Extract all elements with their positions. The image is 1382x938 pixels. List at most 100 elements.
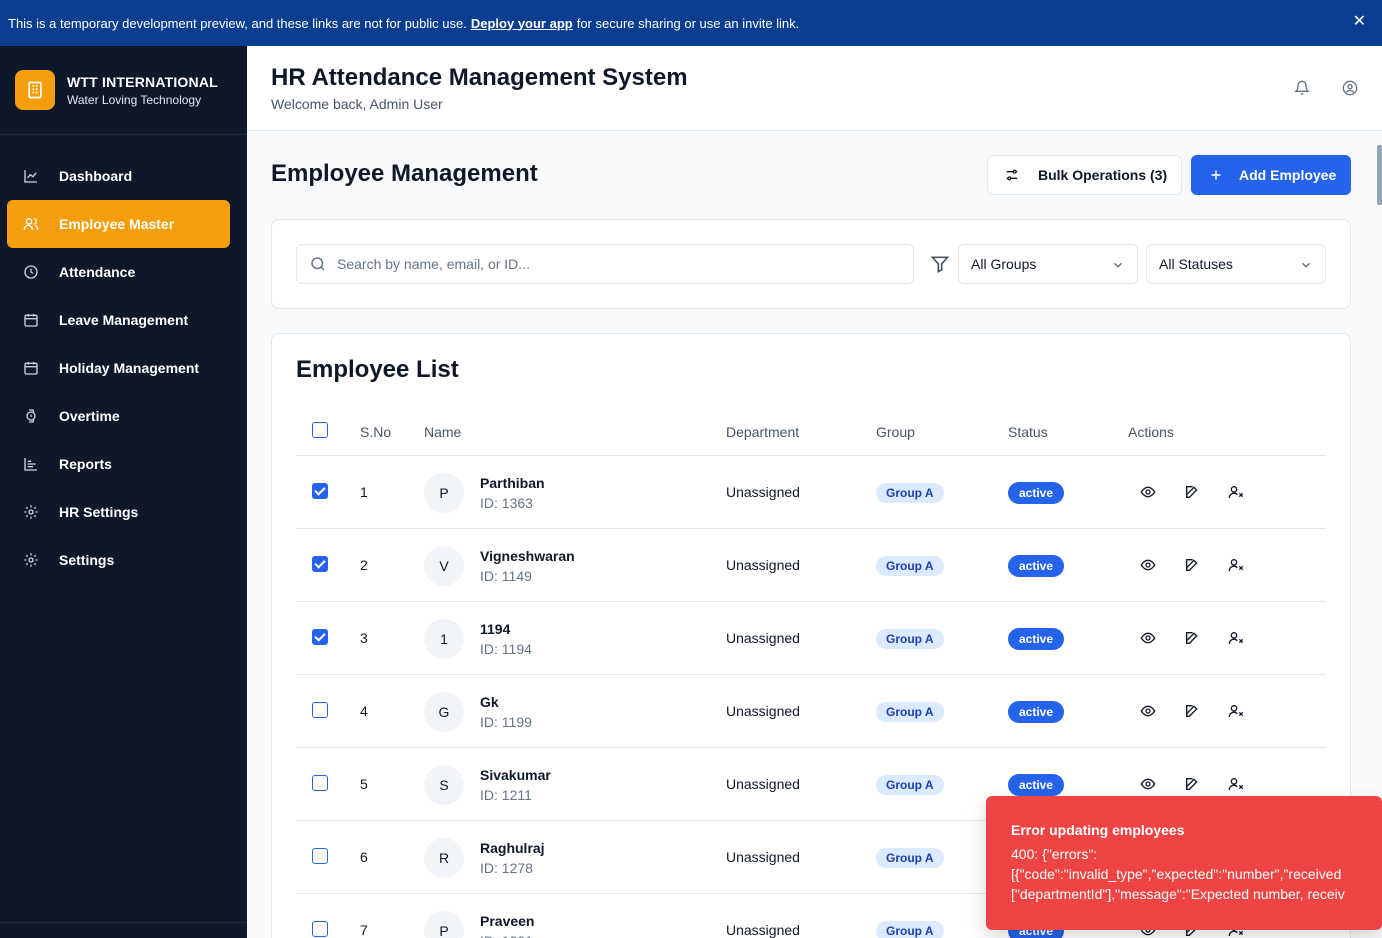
sidebar-item-label: Holiday Management <box>59 360 200 376</box>
employee-name: Raghulraj <box>480 840 545 856</box>
avatar: S <box>424 765 464 805</box>
row-checkbox[interactable] <box>312 848 328 864</box>
sidebar-item-overtime[interactable]: Overtime <box>0 392 240 440</box>
view-icon[interactable] <box>1140 776 1156 792</box>
sidebar-item-holiday-management[interactable]: Holiday Management <box>0 344 240 392</box>
employee-name: 1194 <box>480 621 511 637</box>
edit-icon[interactable] <box>1184 630 1200 646</box>
employee-id: ID: 1278 <box>480 860 533 876</box>
col-actions: Actions <box>1128 424 1174 440</box>
user-circle-icon[interactable] <box>1342 80 1358 96</box>
status-select[interactable]: All Statuses <box>1146 244 1326 284</box>
brand: WTT INTERNATIONAL Water Loving Technolog… <box>0 46 247 135</box>
calendar-icon <box>23 312 39 328</box>
search-input[interactable] <box>337 256 897 272</box>
avatar: P <box>424 911 464 938</box>
sidebar-item-employee-master[interactable]: Employee Master <box>7 200 230 248</box>
sidebar-item-leave-management[interactable]: Leave Management <box>0 296 240 344</box>
building-icon <box>15 70 55 110</box>
col-group: Group <box>876 424 915 440</box>
gear-icon <box>23 552 39 568</box>
row-checkbox[interactable] <box>312 556 328 572</box>
group-badge: Group A <box>876 921 944 938</box>
sidebar-item-dashboard[interactable]: Dashboard <box>0 152 240 200</box>
view-icon[interactable] <box>1140 630 1156 646</box>
filter-card: All Groups All Statuses <box>271 219 1351 309</box>
sidebar-divider <box>0 922 247 923</box>
deactivate-user-icon[interactable] <box>1228 703 1244 719</box>
view-icon[interactable] <box>1140 703 1156 719</box>
banner-text-after: for secure sharing or use an invite link… <box>576 15 800 31</box>
sidebar-item-settings[interactable]: Settings <box>0 536 240 584</box>
edit-icon[interactable] <box>1184 703 1200 719</box>
sidebar-item-label: Reports <box>59 456 112 472</box>
group-badge: Group A <box>876 702 944 722</box>
edit-icon[interactable] <box>1184 776 1200 792</box>
bulk-operations-button[interactable]: Bulk Operations (3) <box>987 155 1182 195</box>
error-toast[interactable]: Error updating employees 400: {"errors":… <box>986 796 1382 930</box>
department: Unassigned <box>726 776 800 792</box>
row-checkbox[interactable] <box>312 921 328 937</box>
app-title: HR Attendance Management System <box>271 64 688 91</box>
row-checkbox[interactable] <box>312 775 328 791</box>
group-badge: Group A <box>876 775 944 795</box>
employee-id: ID: 1194 <box>480 641 532 657</box>
close-icon[interactable]: ✕ <box>1353 13 1366 31</box>
status-badge: active <box>1008 555 1065 577</box>
avatar: P <box>424 473 464 513</box>
row-checkbox[interactable] <box>312 702 328 718</box>
row-checkbox[interactable] <box>312 483 328 499</box>
department: Unassigned <box>726 703 800 719</box>
employee-name: Gk <box>480 694 499 710</box>
sidebar-item-label: Overtime <box>59 408 120 424</box>
sidebar-item-label: Settings <box>59 552 115 568</box>
view-icon[interactable] <box>1140 557 1156 573</box>
sidebar-item-attendance[interactable]: Attendance <box>0 248 240 296</box>
col-name: Name <box>424 424 462 440</box>
employee-name: Sivakumar <box>480 767 551 783</box>
employee-name: Parthiban <box>480 475 545 491</box>
add-employee-label: Add Employee <box>1239 167 1337 183</box>
table-header: S.No Name Department Group Status Action… <box>296 408 1326 456</box>
brand-name: WTT INTERNATIONAL <box>67 73 218 90</box>
sidebar-item-hr-settings[interactable]: HR Settings <box>0 488 240 536</box>
group-badge: Group A <box>876 629 944 649</box>
edit-icon[interactable] <box>1184 484 1200 500</box>
add-employee-button[interactable]: Add Employee <box>1191 155 1351 195</box>
brand-tagline: Water Loving Technology <box>67 92 202 107</box>
sidebar: WTT INTERNATIONAL Water Loving Technolog… <box>0 46 247 938</box>
list-title: Employee List <box>296 356 459 383</box>
employee-name: Vigneshwaran <box>480 548 575 564</box>
avatar: G <box>424 692 464 732</box>
row-sno: 7 <box>360 922 368 938</box>
deactivate-user-icon[interactable] <box>1228 630 1244 646</box>
bell-icon[interactable] <box>1293 80 1311 96</box>
table-row: 3 1 1194 ID: 1194 Unassigned Group A active <box>296 602 1326 675</box>
scrollbar[interactable] <box>1377 145 1382 205</box>
plus-icon <box>1209 168 1223 182</box>
avatar: R <box>424 838 464 878</box>
sidebar-item-reports[interactable]: Reports <box>0 440 240 488</box>
sidebar-item-label: Attendance <box>59 264 136 280</box>
gear-icon <box>23 504 39 520</box>
status-select-value: All Statuses <box>1159 256 1233 272</box>
department: Unassigned <box>726 849 800 865</box>
deactivate-user-icon[interactable] <box>1228 557 1244 573</box>
sidebar-item-label: HR Settings <box>59 504 139 520</box>
row-sno: 3 <box>360 630 368 646</box>
edit-icon[interactable] <box>1184 557 1200 573</box>
top-header: HR Attendance Management System Welcome … <box>247 46 1382 131</box>
chart-line-icon <box>23 168 39 184</box>
view-icon[interactable] <box>1140 484 1156 500</box>
row-checkbox[interactable] <box>312 629 328 645</box>
col-sno: S.No <box>360 424 392 440</box>
employee-name: Praveen <box>480 913 535 929</box>
deactivate-user-icon[interactable] <box>1228 776 1244 792</box>
group-select[interactable]: All Groups <box>958 244 1138 284</box>
status-badge: active <box>1008 701 1065 723</box>
deploy-link[interactable]: Deploy your app <box>471 16 573 31</box>
search-box[interactable] <box>296 244 914 284</box>
deactivate-user-icon[interactable] <box>1228 484 1244 500</box>
search-icon <box>309 255 327 273</box>
select-all-checkbox[interactable] <box>312 422 328 438</box>
